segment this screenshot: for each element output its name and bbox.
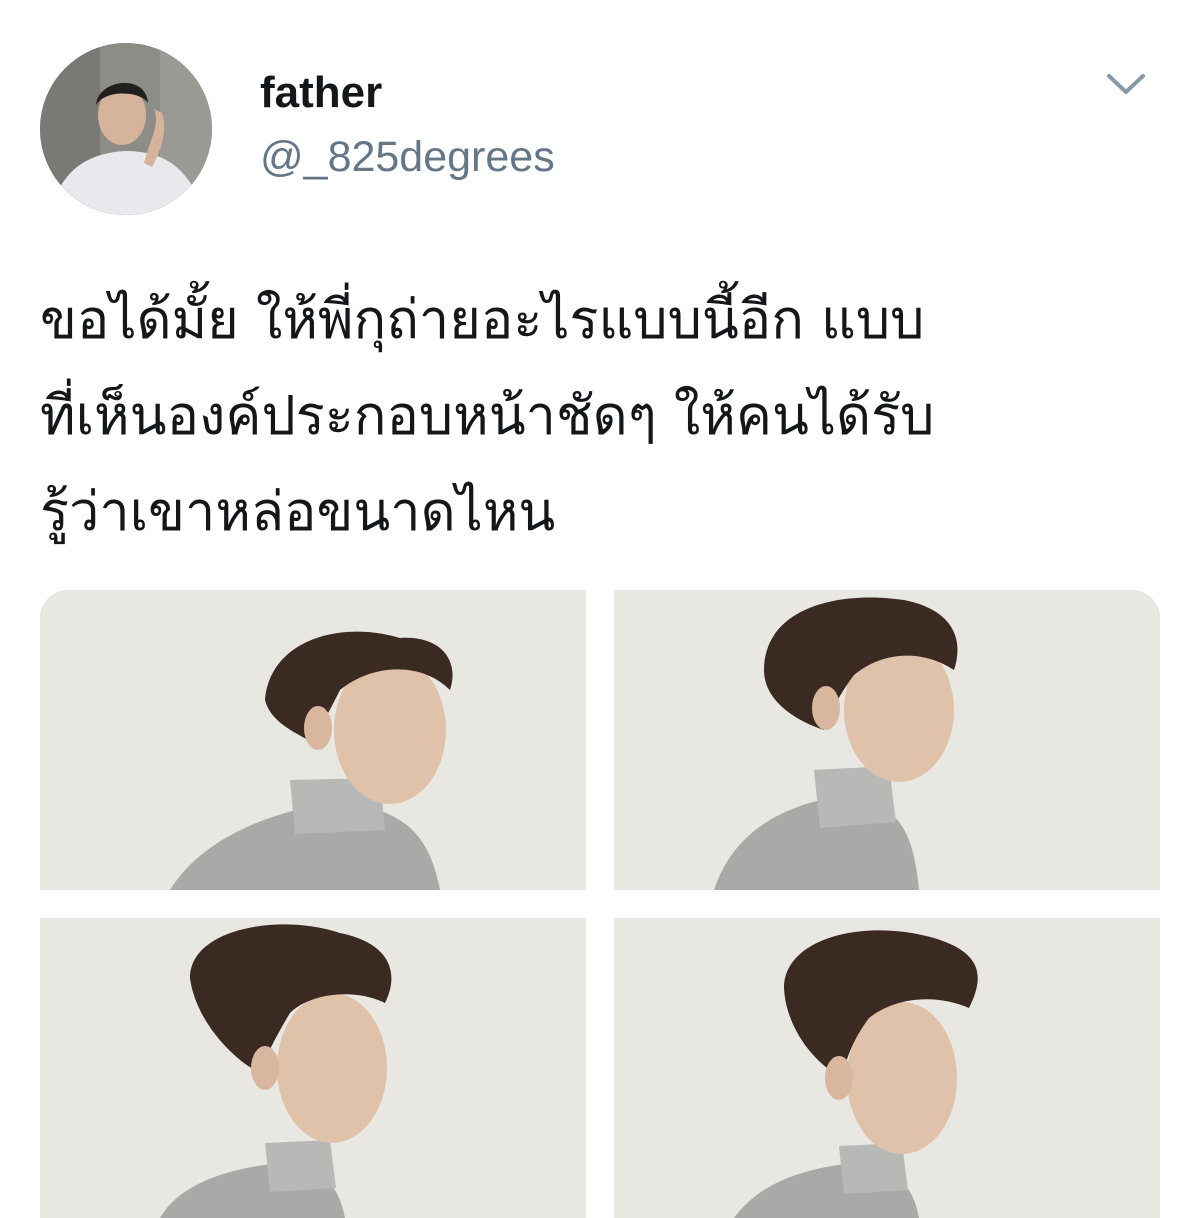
tweet-photo-1[interactable] xyxy=(40,590,586,890)
tweet-photo-4[interactable] xyxy=(614,918,1160,1218)
avatar-photo-icon xyxy=(40,43,212,215)
portrait-photo-icon xyxy=(40,590,586,890)
author-names: father @_825degrees xyxy=(260,65,555,185)
tweet-header: father @_825degrees xyxy=(40,43,1160,215)
author-handle[interactable]: @_825degrees xyxy=(260,129,555,185)
portrait-photo-icon xyxy=(614,918,1160,1218)
tweet-text-line: ขอได้มั้ย ให้พี่กุถ่ายอะไรแบบนี้อีก แบบ xyxy=(40,288,925,351)
media-grid xyxy=(40,590,1162,1218)
chevron-down-icon[interactable] xyxy=(1104,69,1148,99)
tweet-text-line: ที่เห็นองค์ประกอบหน้าชัดๆ ให้คนได้รับ xyxy=(40,384,935,447)
tweet-photo-2[interactable] xyxy=(614,590,1160,890)
portrait-photo-icon xyxy=(40,918,586,1218)
avatar[interactable] xyxy=(40,43,212,215)
tweet-text-line: รู้ว่าเขาหล่อขนาดไหน xyxy=(40,480,556,543)
tweet-photo-3[interactable] xyxy=(40,918,586,1218)
tweet-text: ขอได้มั้ย ให้พี่กุถ่ายอะไรแบบนี้อีก แบบ … xyxy=(40,272,1170,560)
author-display-name[interactable]: father xyxy=(260,65,555,121)
portrait-photo-icon xyxy=(614,590,1160,890)
tweet-card: father @_825degrees ขอได้มั้ย ให้พี่กุถ่… xyxy=(0,0,1200,1218)
